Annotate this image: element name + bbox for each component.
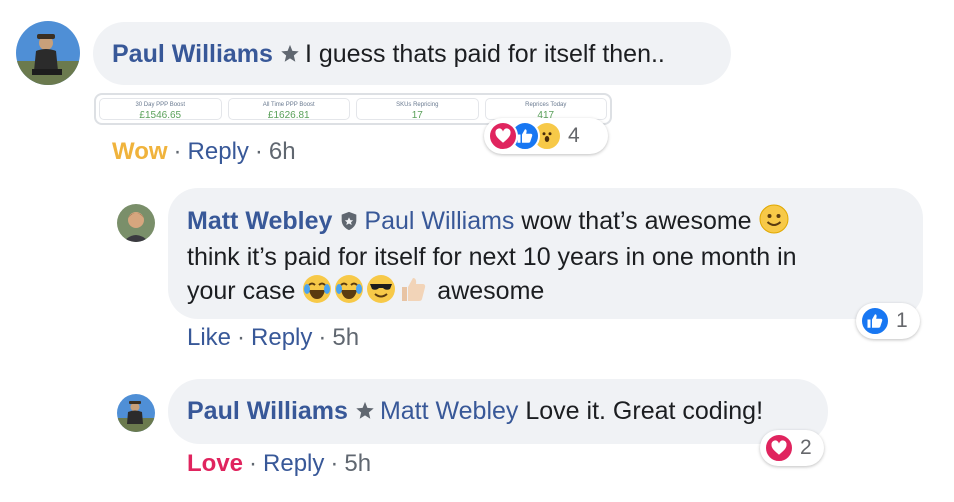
stat-label: Reprices Today xyxy=(525,102,567,108)
reply-button[interactable]: Reply xyxy=(251,324,312,351)
mention-link[interactable]: Paul Williams xyxy=(364,207,514,235)
comment-body: Love it. Great coding! xyxy=(525,397,764,425)
stat-value: £1626.81 xyxy=(267,110,310,121)
author-name[interactable]: Matt Webley xyxy=(187,207,332,235)
top-fan-star-icon xyxy=(279,41,301,73)
stat-card: Reprices Today 417 xyxy=(484,98,607,121)
stat-label: All Time PPP Boost xyxy=(262,102,315,108)
like-button[interactable]: Like xyxy=(187,324,231,351)
comment-body: I guess thats paid for itself then.. xyxy=(304,40,665,68)
timestamp[interactable]: 6h xyxy=(269,138,296,165)
separator: · xyxy=(318,324,327,351)
love-reaction-button[interactable]: Love xyxy=(187,450,243,477)
comment-body-end: awesome xyxy=(437,277,545,305)
separator: · xyxy=(237,324,246,351)
tears-of-joy-emoji xyxy=(334,274,364,304)
stat-card: SKUs Repricing 17 xyxy=(356,98,479,121)
stat-value: £1546.65 xyxy=(139,110,182,121)
author-name[interactable]: Paul Williams xyxy=(187,397,348,425)
reaction-summary[interactable]: 1 xyxy=(856,303,920,339)
timestamp[interactable]: 5h xyxy=(332,324,359,351)
reaction-count: 1 xyxy=(896,309,908,332)
thumbs-up-emoji xyxy=(398,274,428,304)
comment-actions: Like · Reply · 5h xyxy=(187,323,359,353)
top-fan-star-icon xyxy=(354,398,376,430)
comment-body-start: your case xyxy=(187,277,296,305)
comment-text: Paul Williams Matt Webley Love it. Great … xyxy=(187,395,763,430)
love-react-icon xyxy=(764,433,794,463)
stat-label: 30 Day PPP Boost xyxy=(135,102,186,108)
reaction-count: 4 xyxy=(568,124,580,147)
avatar-matt-webley[interactable] xyxy=(117,204,155,242)
comment-actions: Love · Reply · 5h xyxy=(187,449,371,479)
separator: · xyxy=(173,138,182,165)
separator: · xyxy=(249,450,258,477)
like-react-icon xyxy=(860,306,890,336)
tears-of-joy-emoji xyxy=(302,274,332,304)
reply-button[interactable]: Reply xyxy=(188,138,249,165)
admin-shield-icon xyxy=(338,208,360,240)
love-react-icon xyxy=(488,121,518,151)
stat-card: 30 Day PPP Boost £1546.65 xyxy=(99,98,222,121)
timestamp[interactable]: 5h xyxy=(344,450,371,477)
stat-label: SKUs Repricing xyxy=(396,102,439,108)
avatar-paul-williams[interactable] xyxy=(117,394,155,432)
author-name[interactable]: Paul Williams xyxy=(112,40,273,68)
reaction-summary[interactable]: 2 xyxy=(760,430,824,466)
reaction-summary[interactable]: 4 xyxy=(484,118,608,154)
reaction-count: 2 xyxy=(800,436,812,459)
comment-actions: Wow · Reply · 6h xyxy=(112,137,296,167)
mention-link[interactable]: Matt Webley xyxy=(380,397,518,425)
reply-button[interactable]: Reply xyxy=(263,450,324,477)
separator: · xyxy=(254,138,263,165)
stat-card: All Time PPP Boost £1626.81 xyxy=(227,98,350,121)
comment-text: Paul Williams I guess thats paid for itse… xyxy=(112,38,665,73)
smiley-emoji xyxy=(759,204,789,234)
separator: · xyxy=(330,450,339,477)
comment-text-line-2: think it’s paid for itself for next 10 y… xyxy=(187,243,797,271)
sunglasses-emoji xyxy=(366,274,396,304)
comment-text-line-1: Matt Webley Paul Williams wow that’s awes… xyxy=(187,204,791,240)
comment-body: wow that’s awesome xyxy=(521,207,752,235)
wow-reaction-button[interactable]: Wow xyxy=(112,138,168,165)
stat-value: 17 xyxy=(411,110,423,121)
avatar-paul-williams[interactable] xyxy=(16,21,80,85)
comment-text-line-3: your case awesome xyxy=(187,274,544,307)
